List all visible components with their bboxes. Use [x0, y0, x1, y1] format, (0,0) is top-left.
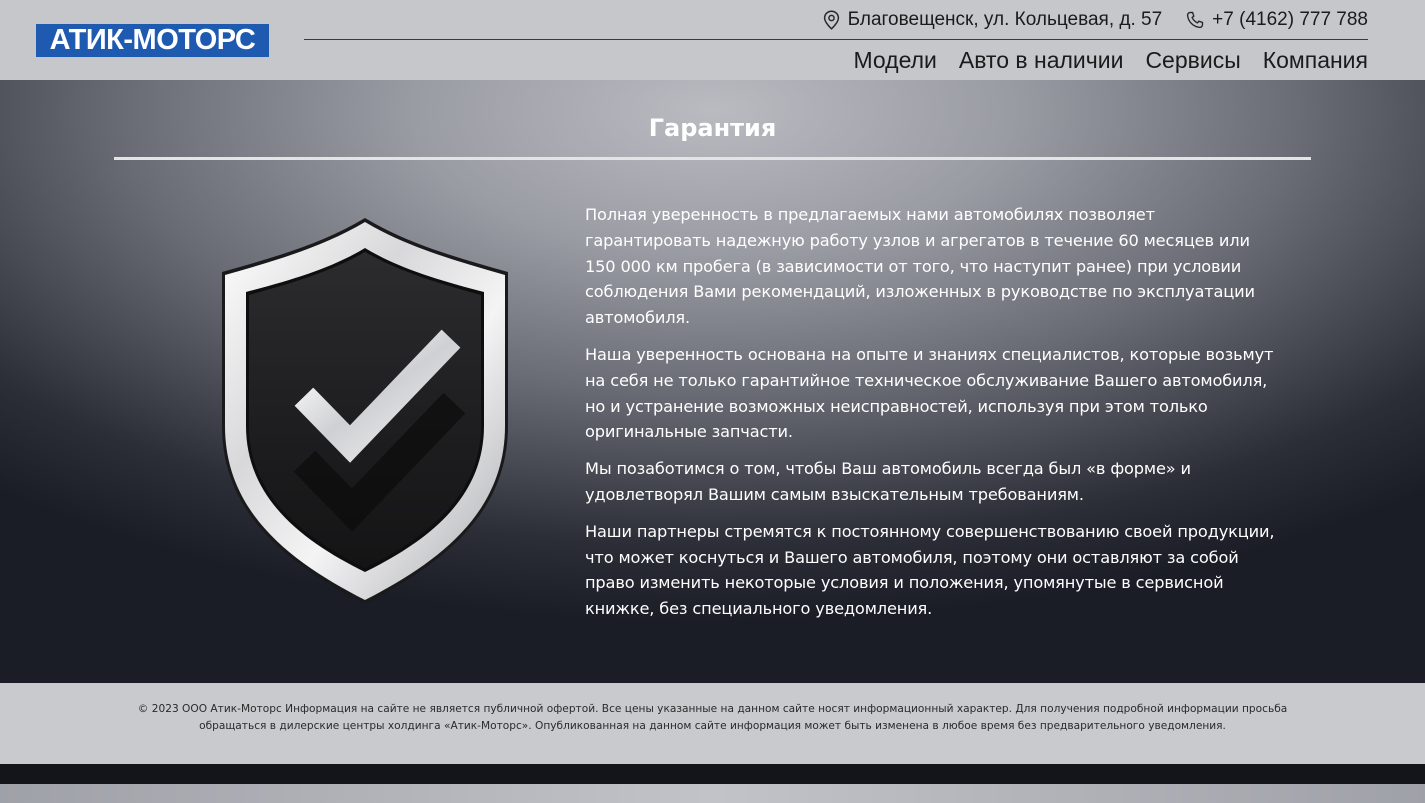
address-text[interactable]: Благовещенск, ул. Кольцевая, д. 57: [848, 9, 1163, 31]
phone-item: +7 (4162) 777 788: [1186, 9, 1368, 31]
title-divider: [114, 157, 1311, 160]
bottom-strip: [0, 784, 1425, 803]
nav-item-models[interactable]: Модели: [853, 46, 936, 74]
phone-text[interactable]: +7 (4162) 777 788: [1212, 9, 1368, 31]
page-title: Гарантия: [648, 114, 777, 142]
phone-icon: [1187, 11, 1204, 29]
paragraph: Полная уверенность в предлагаемых нами а…: [585, 205, 1255, 328]
company-logo[interactable]: АТИК-МОТОРС: [36, 24, 269, 57]
site-footer: © 2023 ООО Атик-Моторс Информация на сай…: [0, 683, 1425, 764]
warranty-text: Полная уверенность в предлагаемых нами а…: [585, 202, 1285, 633]
warranty-section: Гарантия Полная уверенность в предлагаем…: [0, 80, 1425, 683]
nav-item-services[interactable]: Сервисы: [1145, 46, 1240, 74]
nav-item-cars-in-stock[interactable]: Авто в наличии: [959, 46, 1124, 74]
site-header: АТИК-МОТОРС Благовещенск, ул. Кольцевая,…: [0, 0, 1425, 80]
nav-item-company[interactable]: Компания: [1263, 46, 1368, 74]
paragraph: Мы позаботимся о том, чтобы Ваш автомоби…: [585, 459, 1191, 504]
paragraph: Наша уверенность основана на опыте и зна…: [585, 344, 1274, 442]
header-contacts: Благовещенск, ул. Кольцевая, д. 57 +7 (4…: [823, 8, 1368, 32]
main-nav: Модели Авто в наличии Сервисы Компания: [831, 46, 1368, 74]
footer-disclaimer: © 2023 ООО Атик-Моторс Информация на сай…: [137, 703, 1288, 732]
header-divider: [304, 39, 1368, 40]
address-item: Благовещенск, ул. Кольцевая, д. 57: [823, 9, 1163, 31]
bottom-band: [0, 764, 1425, 784]
paragraph: Наши партнеры стремятся к постоянному со…: [585, 521, 1275, 619]
location-pin-icon: [823, 10, 839, 30]
shield-check-icon: [222, 218, 508, 604]
